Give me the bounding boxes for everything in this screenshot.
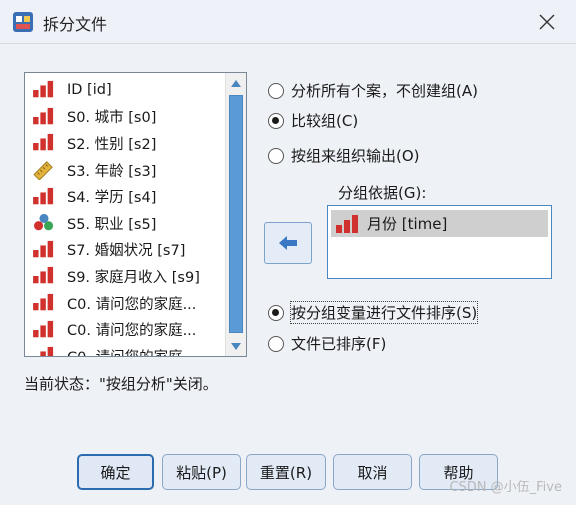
variable-list-item[interactable]: C0. 请问您的家庭... <box>25 343 225 356</box>
variable-list-item[interactable]: S4. 学历 [s4] <box>25 183 225 210</box>
variable-label: S9. 家庭月收入 [s9] <box>67 269 200 286</box>
variable-list-item[interactable]: C0. 请问您的家庭... <box>25 316 225 343</box>
radio-dot <box>268 335 284 352</box>
variable-label: ID [id] <box>67 82 112 99</box>
triangle-down-icon <box>231 342 241 350</box>
variable-list-item[interactable]: S7. 婚姻状况 [s7] <box>25 237 225 264</box>
variable-list[interactable]: ID [id] S0. 城市 [s0] S2. 性别 [s2] S3. 年龄 [s3]… <box>24 72 247 357</box>
scale-icon <box>40 347 54 356</box>
nominal-icon <box>34 214 54 231</box>
radio-already-sorted[interactable]: 文件已排序(F) <box>268 333 386 354</box>
radio-compare-groups[interactable]: 比较组(C) <box>268 110 358 131</box>
window-title: 拆分文件 <box>43 15 108 34</box>
cancel-button[interactable]: 取消 <box>333 454 412 490</box>
radio-sort-by-group-label: 按分组变量进行文件排序(S) <box>289 301 479 324</box>
scroll-up-arrow[interactable] <box>226 73 246 93</box>
variable-list-item[interactable]: S3. 年龄 [s3] <box>25 157 225 184</box>
variable-label: S5. 职业 [s5] <box>67 216 157 233</box>
watermark: CSDN @小伍_Five <box>449 480 562 495</box>
variable-label: C0. 请问您的家庭... <box>67 323 197 340</box>
radio-sort-by-group[interactable]: 按分组变量进行文件排序(S) <box>268 301 479 324</box>
close-icon <box>539 14 555 30</box>
group-by-list[interactable]: 月份 [time] <box>327 205 552 279</box>
radio-organize-output[interactable]: 按组来组织输出(O) <box>268 145 420 166</box>
radio-dot <box>268 82 284 99</box>
variable-list-item[interactable]: S0. 城市 [s0] <box>25 104 225 131</box>
split-file-app-icon <box>13 12 33 32</box>
triangle-up-icon <box>231 79 241 87</box>
variable-list-item[interactable]: C0. 请问您的家庭... <box>25 290 225 317</box>
variable-label: S0. 城市 [s0] <box>67 110 157 127</box>
scale-icon <box>33 240 54 258</box>
variable-list-item[interactable]: ID [id] <box>25 77 225 104</box>
scale-icon <box>33 187 54 204</box>
status-text: 当前状态："按组分析"关闭。 <box>24 375 218 393</box>
move-to-group-button[interactable] <box>264 222 312 264</box>
close-button[interactable] <box>518 0 576 44</box>
scale-icon <box>336 214 358 233</box>
dialog-body: ID [id] S0. 城市 [s0] S2. 性别 [s2] S3. 年龄 [s3]… <box>0 44 576 505</box>
scale-icon <box>33 134 54 151</box>
variable-label: C0. 请问您的家庭... <box>67 346 196 356</box>
arrow-left-icon <box>279 236 297 250</box>
variable-list-item[interactable]: S9. 家庭月收入 [s9] <box>25 263 225 290</box>
variable-label: S3. 年龄 [s3] <box>67 163 157 180</box>
paste-button[interactable]: 粘贴(P) <box>162 454 241 490</box>
radio-dot-checked <box>268 304 284 321</box>
variable-list-items: ID [id] S0. 城市 [s0] S2. 性别 [s2] S3. 年龄 [s3]… <box>25 77 225 356</box>
variable-label: S2. 性别 [s2] <box>67 136 157 153</box>
variable-label: S4. 学历 [s4] <box>67 190 157 207</box>
title-bar: 拆分文件 <box>0 0 576 44</box>
scale-icon <box>33 267 54 284</box>
scale-icon <box>33 293 54 311</box>
scale-icon <box>33 107 54 125</box>
group-by-item[interactable]: 月份 [time] <box>331 210 548 237</box>
radio-compare-groups-label: 比较组(C) <box>291 112 359 130</box>
scroll-down-arrow[interactable] <box>226 336 246 356</box>
scrollbar-thumb[interactable] <box>229 95 243 333</box>
scale-icon <box>33 320 54 337</box>
radio-analyze-all-label: 分析所有个案，不创建组(A) <box>291 82 478 100</box>
radio-dot <box>268 147 284 164</box>
ruler-icon <box>33 161 53 181</box>
radio-organize-output-label: 按组来组织输出(O) <box>291 147 420 165</box>
variable-list-item[interactable]: S5. 职业 [s5] <box>25 210 225 237</box>
variable-list-scrollbar[interactable] <box>225 73 246 356</box>
variable-label: S7. 婚姻状况 [s7] <box>67 243 186 260</box>
scale-icon <box>33 81 54 98</box>
radio-analyze-all[interactable]: 分析所有个案，不创建组(A) <box>268 80 478 101</box>
variable-list-item[interactable]: S2. 性别 [s2] <box>25 130 225 157</box>
ok-button[interactable]: 确定 <box>77 454 154 490</box>
variable-label: C0. 请问您的家庭... <box>67 296 197 313</box>
radio-dot-checked <box>268 112 284 129</box>
reset-button[interactable]: 重置(R) <box>246 454 326 490</box>
group-by-item-label: 月份 [time] <box>367 215 448 233</box>
group-by-label: 分组依据(G): <box>338 184 427 202</box>
radio-already-sorted-label: 文件已排序(F) <box>291 335 387 353</box>
